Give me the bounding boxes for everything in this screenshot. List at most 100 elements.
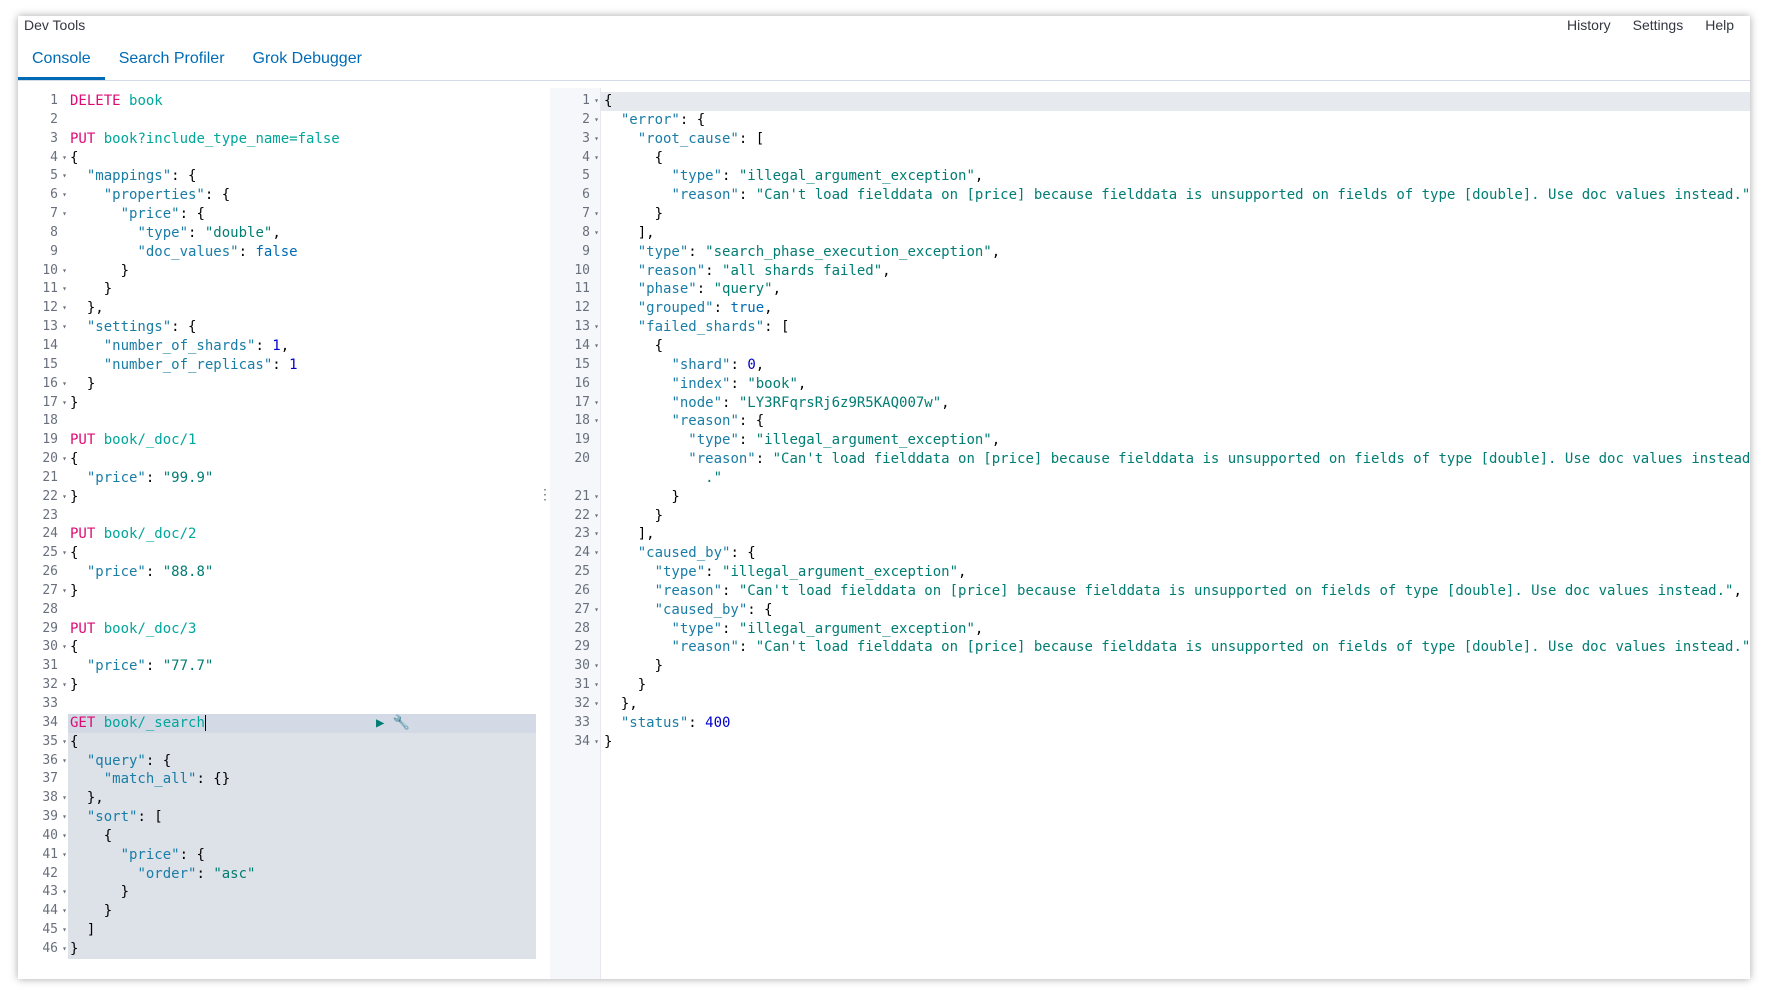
fold-toggle-icon[interactable]: ▾: [594, 92, 599, 111]
fold-toggle-icon[interactable]: ▾: [62, 846, 67, 865]
fold-toggle-icon[interactable]: ▾: [62, 205, 67, 224]
fold-toggle-icon[interactable]: ▾: [62, 921, 67, 940]
tab-grok-debugger[interactable]: Grok Debugger: [239, 44, 376, 80]
editor-line[interactable]: }: [70, 394, 536, 413]
editor-line[interactable]: "number_of_shards": 1,: [70, 337, 536, 356]
editor-line[interactable]: "number_of_replicas": 1: [70, 356, 536, 375]
fold-toggle-icon[interactable]: ▾: [62, 638, 67, 657]
editor-line[interactable]: "settings": {: [70, 318, 536, 337]
history-link[interactable]: History: [1567, 16, 1611, 34]
editor-line[interactable]: }: [70, 940, 536, 959]
fold-toggle-icon[interactable]: ▾: [594, 695, 599, 714]
editor-line[interactable]: }: [70, 676, 536, 695]
editor-line[interactable]: }: [70, 375, 536, 394]
fold-toggle-icon[interactable]: ▾: [62, 752, 67, 771]
fold-toggle-icon[interactable]: ▾: [594, 525, 599, 544]
editor-code[interactable]: DELETE book PUT book?include_type_name=fa…: [70, 88, 536, 979]
editor-line[interactable]: {: [70, 450, 536, 469]
editor-line[interactable]: }: [70, 582, 536, 601]
fold-toggle-icon[interactable]: ▾: [62, 318, 67, 337]
fold-toggle-icon[interactable]: ▾: [62, 167, 67, 186]
play-icon[interactable]: ▶: [376, 714, 384, 733]
fold-toggle-icon[interactable]: ▾: [62, 808, 67, 827]
fold-toggle-icon[interactable]: ▾: [594, 507, 599, 526]
editor-line[interactable]: },: [70, 789, 536, 808]
editor-line[interactable]: }: [70, 883, 536, 902]
editor-line[interactable]: {: [70, 827, 536, 846]
editor-line[interactable]: "price": "99.9": [70, 469, 536, 488]
fold-toggle-icon[interactable]: ▾: [62, 149, 67, 168]
editor-line[interactable]: "price": "88.8": [70, 563, 536, 582]
editor-line[interactable]: }: [70, 262, 536, 281]
fold-toggle-icon[interactable]: ▾: [594, 657, 599, 676]
fold-toggle-icon[interactable]: ▾: [62, 262, 67, 281]
editor-line[interactable]: PUT book/_doc/3: [70, 620, 536, 639]
fold-toggle-icon[interactable]: ▾: [594, 676, 599, 695]
editor-line[interactable]: {: [70, 733, 536, 752]
editor-line[interactable]: "price": "77.7": [70, 657, 536, 676]
editor-line[interactable]: "type": "double",: [70, 224, 536, 243]
editor-line[interactable]: {: [70, 638, 536, 657]
fold-toggle-icon[interactable]: ▾: [594, 149, 599, 168]
editor-line[interactable]: "doc_values": false: [70, 243, 536, 262]
editor-line[interactable]: GET book/_search ▶ 🔧: [70, 714, 536, 733]
editor-line[interactable]: {: [70, 544, 536, 563]
editor-line[interactable]: },: [70, 299, 536, 318]
editor-line[interactable]: ]: [70, 921, 536, 940]
editor-line[interactable]: DELETE book: [70, 92, 536, 111]
editor-line[interactable]: "sort": [: [70, 808, 536, 827]
editor-line[interactable]: }: [70, 280, 536, 299]
fold-toggle-icon[interactable]: ▾: [594, 337, 599, 356]
editor-line[interactable]: [70, 601, 536, 620]
editor-line[interactable]: "match_all": {}: [70, 770, 536, 789]
fold-toggle-icon[interactable]: ▾: [594, 318, 599, 337]
fold-toggle-icon[interactable]: ▾: [62, 582, 67, 601]
fold-toggle-icon[interactable]: ▾: [594, 394, 599, 413]
fold-toggle-icon[interactable]: ▾: [62, 544, 67, 563]
fold-toggle-icon[interactable]: ▾: [62, 394, 67, 413]
editor-line[interactable]: }: [70, 902, 536, 921]
fold-toggle-icon[interactable]: ▾: [594, 601, 599, 620]
editor-line[interactable]: PUT book?include_type_name=false: [70, 130, 536, 149]
editor-line[interactable]: [70, 695, 536, 714]
editor-line[interactable]: PUT book/_doc/2: [70, 525, 536, 544]
fold-toggle-icon[interactable]: ▾: [594, 412, 599, 431]
editor-line[interactable]: [70, 412, 536, 431]
fold-toggle-icon[interactable]: ▾: [62, 375, 67, 394]
fold-toggle-icon[interactable]: ▾: [62, 883, 67, 902]
editor-line[interactable]: "price": {: [70, 205, 536, 224]
fold-toggle-icon[interactable]: ▾: [62, 827, 67, 846]
wrench-icon[interactable]: 🔧: [392, 714, 409, 733]
editor-line[interactable]: PUT book/_doc/1: [70, 431, 536, 450]
editor-line[interactable]: "order": "asc": [70, 865, 536, 884]
fold-toggle-icon[interactable]: ▾: [62, 789, 67, 808]
fold-toggle-icon[interactable]: ▾: [594, 488, 599, 507]
fold-toggle-icon[interactable]: ▾: [62, 450, 67, 469]
tab-console[interactable]: Console: [18, 44, 105, 80]
fold-toggle-icon[interactable]: ▾: [62, 902, 67, 921]
fold-toggle-icon[interactable]: ▾: [62, 733, 67, 752]
fold-toggle-icon[interactable]: ▾: [62, 299, 67, 318]
tab-search-profiler[interactable]: Search Profiler: [105, 44, 239, 80]
fold-toggle-icon[interactable]: ▾: [594, 544, 599, 563]
editor-line[interactable]: [70, 111, 536, 130]
fold-toggle-icon[interactable]: ▾: [62, 186, 67, 205]
request-editor[interactable]: 1 2 3 4 ▾ 5 ▾ 6 ▾ 7 ▾ 8 9 10 ▾ 11 ▾ 12 ▾ 13 ▾ 14 15 16 ▾ 17 ▾ 18 19 2…: [18, 88, 536, 979]
fold-toggle-icon[interactable]: ▾: [594, 111, 599, 130]
fold-toggle-icon[interactable]: ▾: [594, 130, 599, 149]
fold-toggle-icon[interactable]: ▾: [594, 733, 599, 752]
pane-resizer-handle[interactable]: ⋮: [538, 486, 552, 506]
fold-toggle-icon[interactable]: ▾: [62, 940, 67, 959]
editor-line[interactable]: "properties": {: [70, 186, 536, 205]
fold-toggle-icon[interactable]: ▾: [62, 488, 67, 507]
help-link[interactable]: Help: [1705, 16, 1734, 34]
fold-toggle-icon[interactable]: ▾: [62, 280, 67, 299]
editor-line[interactable]: [70, 507, 536, 526]
editor-line[interactable]: "mappings": {: [70, 167, 536, 186]
editor-line[interactable]: "query": {: [70, 752, 536, 771]
editor-line[interactable]: "price": {: [70, 846, 536, 865]
fold-toggle-icon[interactable]: ▾: [62, 676, 67, 695]
editor-line[interactable]: {: [70, 149, 536, 168]
settings-link[interactable]: Settings: [1633, 16, 1684, 34]
editor-line[interactable]: }: [70, 488, 536, 507]
